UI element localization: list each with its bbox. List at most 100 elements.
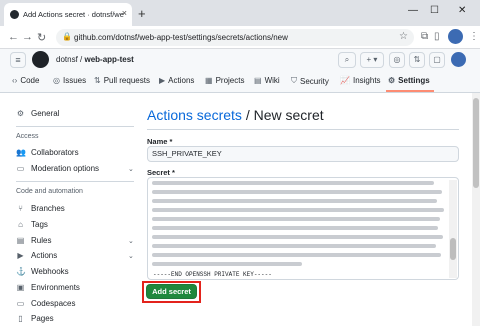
sidebar-item-label: Moderation options [31,164,100,173]
tab-label: Pull requests [103,76,150,85]
repo-owner-link[interactable]: dotnsf [56,55,78,64]
active-tab-indicator [386,90,434,92]
pages-icon: ▯ [18,314,23,323]
blurred-key-line [152,244,436,248]
sidebar-item-label: Pages [31,314,54,323]
gear-icon: ⚙ [16,109,25,118]
sidebar-item-tags[interactable]: ⌂ Tags [16,220,48,229]
chevron-down-icon[interactable]: ⌄ [128,252,134,260]
sidebar-item-label: General [31,109,60,118]
tab-settings[interactable]: ⚙ Settings [388,76,430,85]
sidebar-item-environments[interactable]: ▣ Environments [16,283,80,292]
create-new-icon[interactable]: + ▾ [360,52,384,68]
tab-issues[interactable]: ◎ Issues [53,76,86,85]
sidebar-heading-code: Code and automation [16,188,83,195]
codespaces-icon: ▭ [16,299,25,308]
tab-code[interactable]: ‹› Code [12,76,39,85]
minimize-button[interactable]: — [408,5,418,16]
server-icon: ▣ [16,283,25,292]
issues-header-icon[interactable]: ◎ [389,52,405,68]
forward-icon[interactable]: → [22,31,33,43]
browser-menu-icon[interactable]: ⋮ [469,31,479,42]
sidebar-item-collaborators[interactable]: 👥 Collaborators [16,148,79,157]
issues-icon: ◎ [53,76,60,85]
browser-tab-bar: Add Actions secret · dotnsf/we × + — ☐ ✕ [0,0,480,26]
tab-close-icon[interactable]: × [122,8,127,18]
tab-label: Projects [215,76,245,85]
security-icon: ⛉ [291,76,297,85]
chevron-down-icon[interactable]: ⌄ [128,237,134,245]
sidebar-item-codespaces[interactable]: ▭ Codespaces [16,299,76,308]
bookmark-star-icon[interactable]: ☆ [399,31,408,42]
people-icon: 👥 [16,148,26,157]
tab-wiki[interactable]: ▤ Wiki [254,76,280,85]
sidebar-item-webhooks[interactable]: ⚓ Webhooks [16,267,69,276]
sidebar-item-pages[interactable]: ▯ Pages [16,314,54,323]
sidebar-item-branches[interactable]: ⑂ Branches [16,204,65,213]
sidebar-heading-access: Access [16,133,39,140]
sidebar-item-label: Tags [31,220,48,229]
sidebar-item-label: Codespaces [31,299,76,308]
key-end-marker: -----END OPENSSH PRIVATE KEY----- [153,271,272,278]
code-icon: ‹› [12,76,18,85]
search-icon[interactable]: ⌕ [338,52,356,68]
rules-icon: ▤ [16,236,25,245]
page-scroll-thumb[interactable] [473,98,479,188]
maximize-button[interactable]: ☐ [430,5,439,16]
tab-projects[interactable]: ▦ Projects [205,76,244,85]
sidebar-item-moderation[interactable]: ▭ Moderation options [16,164,99,173]
wiki-icon: ▤ [254,76,262,85]
url-text: github.com/dotnsf/web-app-test/settings/… [74,33,288,42]
github-logo-icon[interactable] [32,51,49,68]
tab-label: Actions [168,76,195,85]
tab-label: Security [300,76,329,86]
pull-request-icon: ⇅ [94,76,101,85]
tab-actions[interactable]: ▶ Actions [159,76,194,85]
secret-value-textarea[interactable]: -----END OPENSSH PRIVATE KEY----- [147,177,459,280]
pull-requests-header-icon[interactable]: ⇅ [409,52,425,68]
sidebar-panel-icon[interactable]: ▯ [434,31,440,42]
user-avatar[interactable] [451,52,466,67]
repo-name-link[interactable]: web-app-test [85,55,134,64]
actions-icon: ▶ [17,251,24,260]
tab-security[interactable]: ⛉ Security [291,76,329,86]
actions-secrets-link[interactable]: Actions secrets [147,107,242,123]
notifications-icon[interactable]: ▢ [429,52,445,68]
blurred-key-line [152,199,437,203]
sidebar-item-general[interactable]: ⚙ General [16,109,60,118]
tab-pull-requests[interactable]: ⇅ Pull requests [94,76,150,85]
tab-label: Issues [62,76,87,85]
window-close-button[interactable]: ✕ [458,5,466,16]
browser-tab[interactable]: Add Actions secret · dotnsf/we × [4,3,132,26]
chevron-down-icon[interactable]: ⌄ [128,165,134,173]
new-tab-button[interactable]: + [138,6,146,21]
back-icon[interactable]: ← [8,31,19,43]
textarea-scroll-thumb[interactable] [450,238,456,260]
extensions-icon[interactable]: ⧉ [421,31,428,42]
sidebar-item-label: Rules [31,236,52,245]
webhook-icon: ⚓ [16,267,26,276]
comment-icon: ▭ [16,164,25,173]
blurred-key-line [152,217,440,221]
blurred-key-line [152,181,434,185]
browser-profile-avatar[interactable] [448,29,463,44]
sidebar-item-rules[interactable]: ▤ Rules [16,236,52,245]
sidebar-item-label: Webhooks [31,267,69,276]
branch-icon: ⑂ [18,204,23,213]
tab-label: Wiki [264,76,280,85]
textarea-scrollbar[interactable] [449,180,457,278]
sidebar-item-actions[interactable]: ▶ Actions [16,251,57,260]
secret-name-input[interactable]: SSH_PRIVATE_KEY [147,146,459,162]
tab-label: Insights [352,76,381,85]
tab-insights[interactable]: 📈 Insights [340,76,381,85]
blurred-key-line [152,208,444,212]
lock-icon: 🔒 [62,32,72,41]
add-secret-button[interactable]: Add secret [146,284,197,299]
tab-label: Code [20,76,40,85]
blurred-key-line [152,226,438,230]
reload-icon[interactable]: ↻ [37,31,46,44]
sidebar-item-label: Branches [31,204,65,213]
sidebar-item-label: Environments [31,283,80,292]
hamburger-menu-icon[interactable]: ≡ [10,52,26,68]
address-bar[interactable]: 🔒 github.com/dotnsf/web-app-test/setting… [56,29,414,46]
